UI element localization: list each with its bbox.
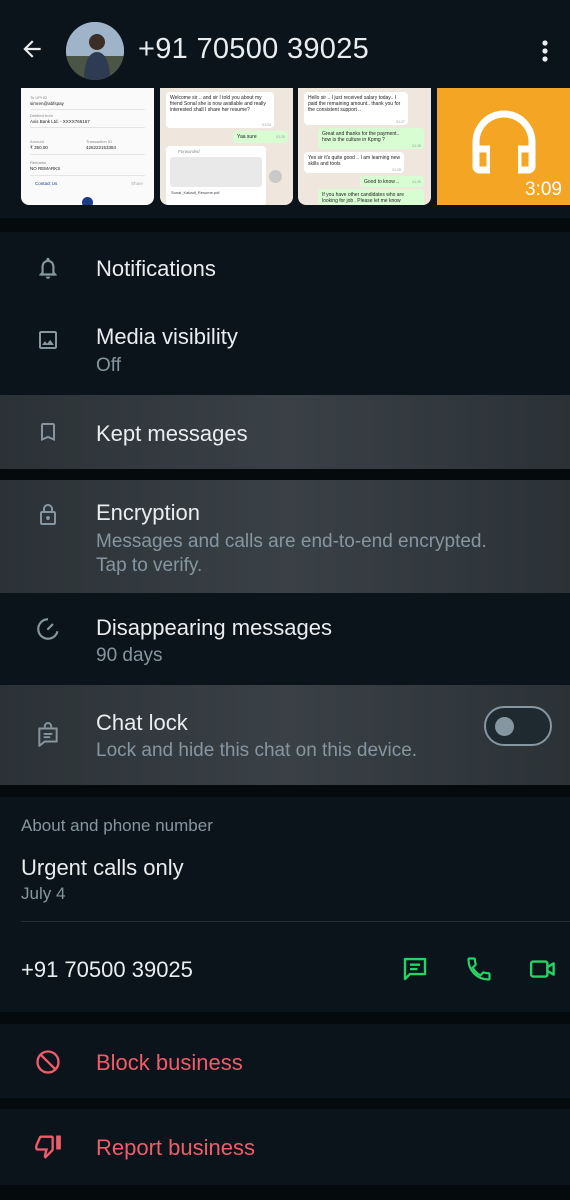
settings-label: Notifications <box>96 256 216 281</box>
section-divider <box>0 218 570 232</box>
chat-message: Good to know .. <box>364 179 400 185</box>
contact-us-link: Contact Us <box>35 181 58 186</box>
forward-icon <box>269 170 282 183</box>
more-vert-icon[interactable] <box>530 34 560 68</box>
settings-row-disappearing-messages[interactable]: Disappearing messages 90 days <box>0 593 570 684</box>
receipt-label: Transaction ID <box>86 139 112 144</box>
chat-message: Great and thanks for the payment.. how i… <box>322 131 400 143</box>
section-divider <box>0 1012 570 1024</box>
chat-lock-toggle[interactable] <box>484 706 552 746</box>
receipt-label: Remarks <box>30 160 47 165</box>
settings-label: Kept messages <box>96 421 248 446</box>
block-icon <box>34 1048 62 1076</box>
section-divider <box>0 1098 570 1109</box>
receipt-label: Debited from <box>30 113 53 118</box>
media-thumbnail-receipt[interactable]: To UPI ID simren@abfspay Debited from Ax… <box>21 88 154 205</box>
bookmark-icon <box>34 418 62 446</box>
chat-message: If you have other candidates who are loo… <box>322 192 404 204</box>
settings-row-chat-lock[interactable]: Chat lock Lock and hide this chat on thi… <box>0 685 570 785</box>
thumbs-down-icon <box>34 1132 62 1160</box>
block-business-label: Block business <box>96 1050 243 1075</box>
headphones-icon <box>462 100 546 189</box>
settings-sublabel: Messages and calls are end-to-end encryp… <box>96 531 487 552</box>
section-title-about: About and phone number <box>21 816 213 835</box>
settings-row-notifications[interactable]: Notifications <box>0 232 570 304</box>
chat-message: Yaa sure <box>237 134 257 140</box>
settings-sublabel: 90 days <box>96 645 163 666</box>
chat-time: 01:29 <box>412 180 421 184</box>
avatar[interactable] <box>66 22 124 80</box>
chat-time: 01:28 <box>412 144 421 148</box>
timer-icon <box>34 615 62 643</box>
bell-icon <box>34 254 62 282</box>
receipt-value: Axis Bank Ltd. - XXXX766167 <box>30 119 90 124</box>
media-thumbnail-audio[interactable]: 3:09 <box>437 88 570 205</box>
receipt-value: simren@abfspay <box>30 101 64 106</box>
doc-name: Sonal_Kakadi_Resume.pdf <box>171 190 220 195</box>
media-thumbnail-chat-1[interactable]: Welcome sir .. and sir I told you about … <box>160 88 293 205</box>
settings-row-kept-messages[interactable]: Kept messages <box>0 395 570 469</box>
settings-row-encryption[interactable]: Encryption Messages and calls are end-to… <box>0 480 570 593</box>
settings-sublabel: Lock and hide this chat on this device. <box>96 740 418 761</box>
media-thumbnail-chat-2[interactable]: Hello sir .. I just received salary toda… <box>298 88 431 205</box>
media-strip: To UPI ID simren@abfspay Debited from Ax… <box>0 88 570 208</box>
forwarded-label: Forwarded <box>178 149 200 154</box>
receipt-logo-icon <box>82 197 93 205</box>
chat-time: 01:24 <box>262 123 271 127</box>
settings-row-media-visibility[interactable]: Media visibility Off <box>0 304 570 394</box>
toggle-knob <box>495 717 514 736</box>
chat-message: Welcome sir .. and sir I told you about … <box>170 95 266 113</box>
app-header: +91 70500 39025 <box>0 0 570 90</box>
chat-time: 01:28 <box>392 168 401 172</box>
section-divider <box>0 785 570 797</box>
settings-label: Disappearing messages <box>96 615 333 640</box>
about-status[interactable]: Urgent calls only <box>21 855 184 881</box>
receipt-value: ₹ 350.00 <box>30 145 48 150</box>
settings-sublabel: Tap to verify. <box>96 555 203 576</box>
contact-title[interactable]: +91 70500 39025 <box>138 33 369 66</box>
share-link: Share <box>131 181 144 186</box>
chat-time: 01:27 <box>396 120 405 124</box>
settings-label: Chat lock <box>96 710 188 735</box>
back-arrow-icon[interactable] <box>14 31 50 67</box>
receipt-label: Amount <box>30 139 44 144</box>
receipt-value: 426222153384 <box>86 145 117 150</box>
audio-duration: 3:09 <box>525 179 562 200</box>
chat-lock-icon <box>34 721 62 749</box>
report-business-row[interactable]: Report business <box>0 1109 570 1185</box>
about-date: July 4 <box>21 884 66 903</box>
chat-message: Hello sir .. I just received salary toda… <box>308 95 401 113</box>
message-icon[interactable] <box>399 953 431 985</box>
report-business-label: Report business <box>96 1135 255 1160</box>
section-divider <box>0 1185 570 1200</box>
phone-icon[interactable] <box>463 953 495 985</box>
settings-sublabel: Off <box>96 355 121 376</box>
settings-label: Encryption <box>96 500 200 525</box>
video-icon[interactable] <box>527 953 559 985</box>
block-business-row[interactable]: Block business <box>0 1024 570 1098</box>
image-icon <box>34 326 62 354</box>
divider <box>21 921 570 922</box>
phone-number[interactable]: +91 70500 39025 <box>21 957 193 983</box>
settings-label: Media visibility <box>96 324 238 349</box>
chat-message: Yes sir it's quite good .. I am learning… <box>308 155 400 167</box>
section-divider <box>0 469 570 480</box>
lock-icon <box>34 501 62 529</box>
receipt-value: NO REMARKS <box>30 166 61 171</box>
receipt-label: To UPI ID <box>30 95 48 100</box>
chat-time: 01:25 <box>276 135 285 139</box>
